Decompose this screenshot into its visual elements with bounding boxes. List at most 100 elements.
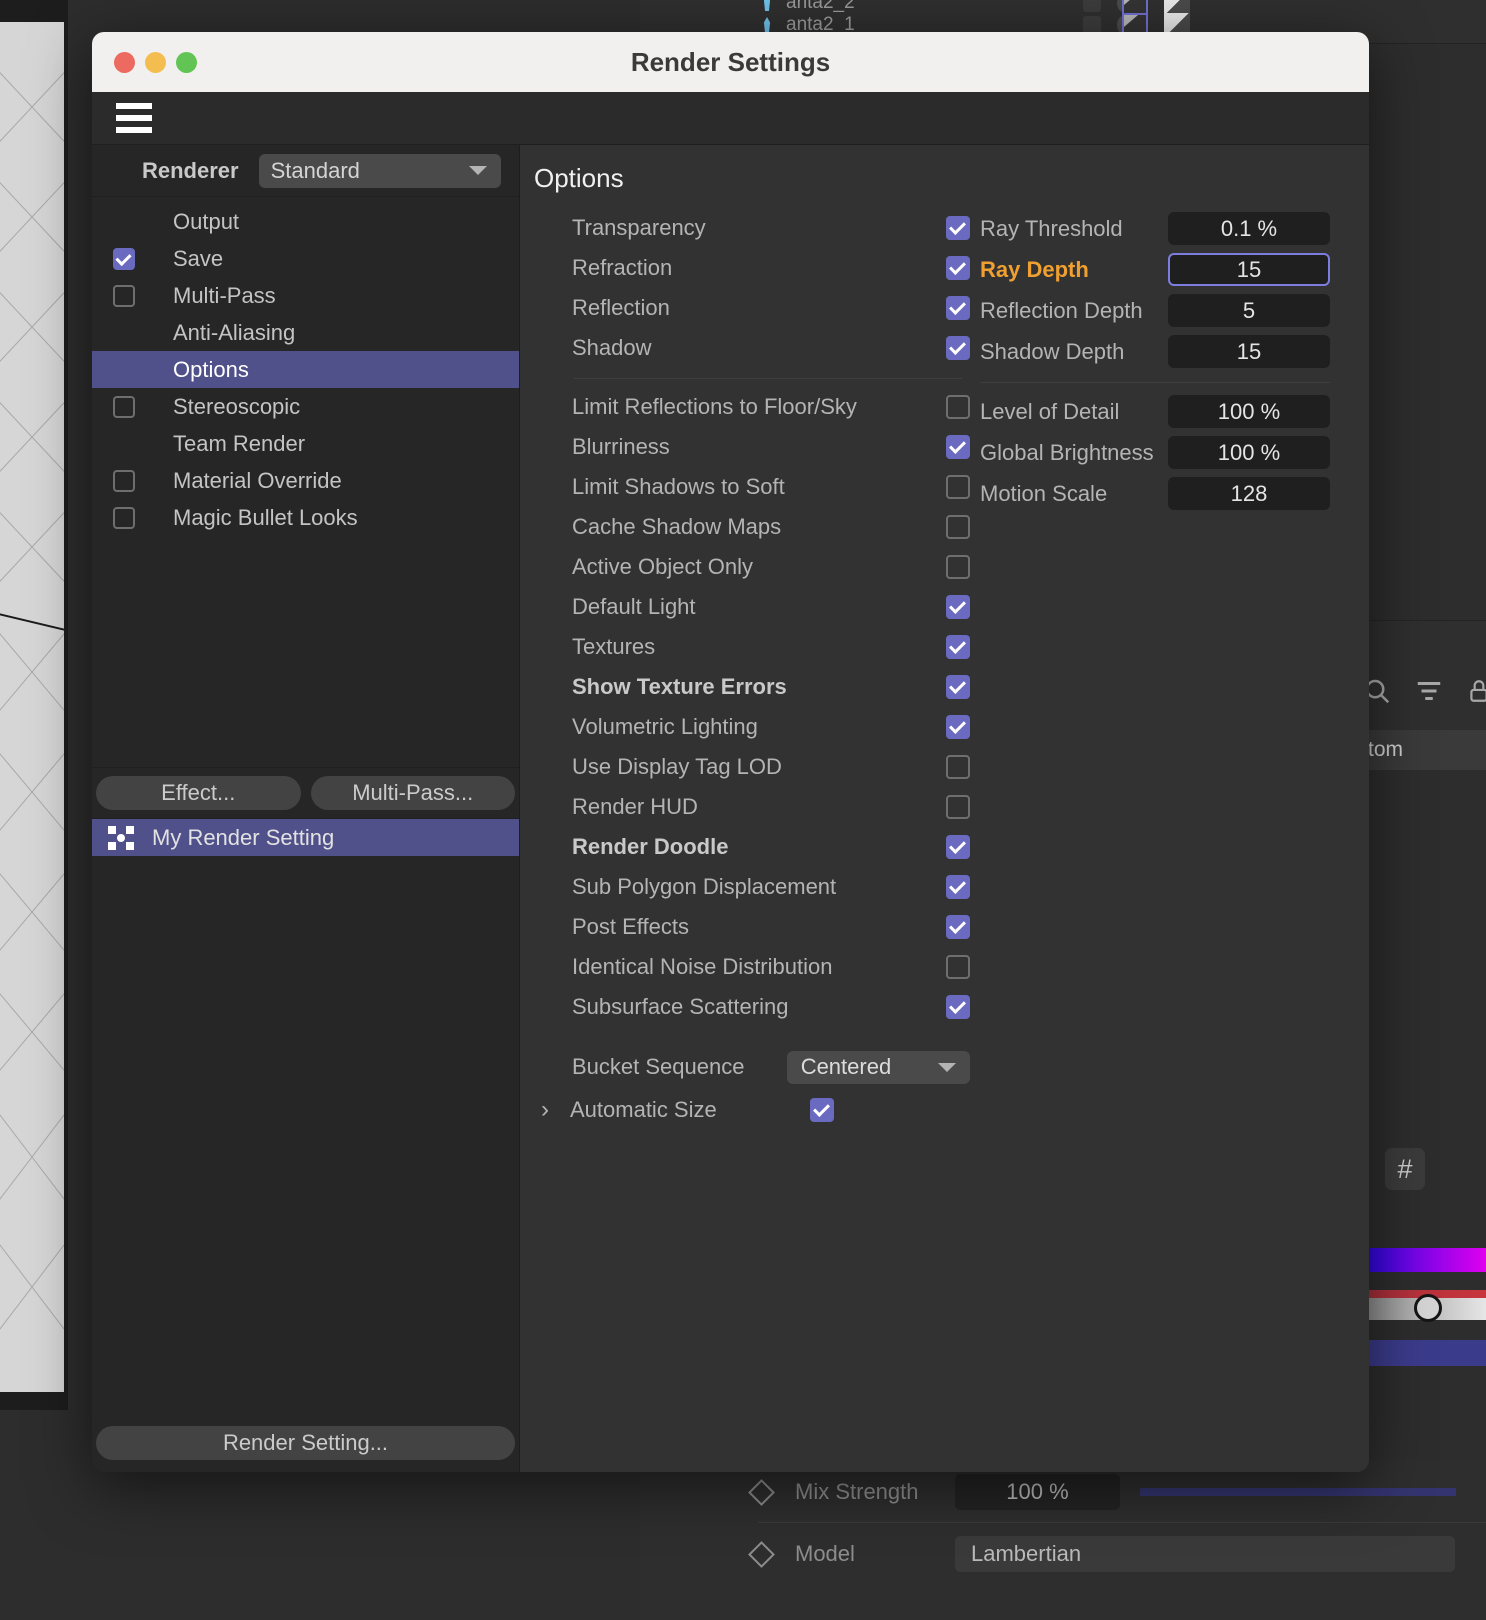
- option-checkbox-textures[interactable]: [946, 635, 970, 659]
- color-strip[interactable]: [1366, 1340, 1486, 1366]
- option-row-transparency[interactable]: Transparency: [572, 208, 970, 248]
- sidebar-item-options[interactable]: Options: [92, 351, 519, 388]
- option-checkbox-show-texture-errors[interactable]: [946, 675, 970, 699]
- automatic-size-checkbox[interactable]: [810, 1098, 834, 1122]
- option-checkbox-active-object-only[interactable]: [946, 555, 970, 579]
- sidebar-checkbox-stereoscopic[interactable]: [113, 395, 135, 418]
- option-row-use-display-tag-lod[interactable]: Use Display Tag LOD: [572, 747, 970, 787]
- option-row-volumetric-lighting[interactable]: Volumetric Lighting: [572, 707, 970, 747]
- option-checkbox-cache-shadow-maps[interactable]: [946, 515, 970, 539]
- option-row-identical-noise-distribution[interactable]: Identical Noise Distribution: [572, 947, 970, 987]
- breadcrumb-label: tom: [1368, 738, 1404, 761]
- option-checkbox-shadow[interactable]: [946, 336, 970, 360]
- option-checkbox-post-effects[interactable]: [946, 915, 970, 939]
- option-row-render-hud[interactable]: Render HUD: [572, 787, 970, 827]
- lock-icon[interactable]: [1466, 676, 1486, 706]
- filter-icon[interactable]: [1414, 676, 1444, 706]
- option-checkbox-volumetric-lighting[interactable]: [946, 715, 970, 739]
- option-checkbox-use-display-tag-lod[interactable]: [946, 755, 970, 779]
- renderer-dropdown[interactable]: Standard: [258, 153, 501, 188]
- option-row-post-effects[interactable]: Post Effects: [572, 907, 970, 947]
- option-row-cache-shadow-maps[interactable]: Cache Shadow Maps: [572, 507, 970, 547]
- renderer-dropdown-value: Standard: [270, 157, 360, 183]
- option-label: Identical Noise Distribution: [572, 954, 833, 979]
- option-row-render-doodle[interactable]: Render Doodle: [572, 827, 970, 867]
- option-row-shadow[interactable]: Shadow: [572, 328, 970, 368]
- numeric-row-ray-threshold[interactable]: Ray Threshold 0.1 %: [980, 208, 1330, 249]
- option-checkbox-blurriness[interactable]: [946, 435, 970, 459]
- numeric-row-global-brightness[interactable]: Global Brightness 100 %: [980, 432, 1330, 473]
- keyframe-diamond-icon[interactable]: [748, 1478, 775, 1506]
- viewport-panel[interactable]: [0, 0, 68, 1410]
- numeric-row-motion-scale[interactable]: Motion Scale 128: [980, 473, 1330, 514]
- hamburger-menu-icon[interactable]: [116, 103, 152, 133]
- numeric-row-ray-depth[interactable]: Ray Depth 15: [980, 249, 1330, 290]
- option-checkbox-reflection[interactable]: [946, 296, 970, 320]
- option-row-limit-shadows-to-soft[interactable]: Limit Shadows to Soft: [572, 467, 970, 507]
- preset-row-my-render-setting[interactable]: My Render Setting: [92, 819, 519, 856]
- attribute-value-dropdown[interactable]: Lambertian: [955, 1536, 1455, 1572]
- render-setting-button[interactable]: Render Setting...: [96, 1426, 515, 1460]
- numeric-input-level-of-detail[interactable]: 100 %: [1168, 395, 1330, 428]
- bucket-sequence-dropdown[interactable]: Centered: [786, 1050, 970, 1084]
- attribute-row[interactable]: Mix Strength 100 %: [640, 1466, 1486, 1518]
- attribute-value-field[interactable]: 100 %: [955, 1474, 1120, 1510]
- numeric-input-motion-scale[interactable]: 128: [1168, 477, 1330, 510]
- option-row-reflection[interactable]: Reflection: [572, 288, 970, 328]
- option-row-textures[interactable]: Textures: [572, 627, 970, 667]
- sidebar-item-team-render[interactable]: Team Render: [92, 425, 519, 462]
- option-checkbox-subsurface-scattering[interactable]: [946, 995, 970, 1019]
- numeric-input-shadow-depth[interactable]: 15: [1168, 335, 1330, 368]
- gradient-swatch-purple[interactable]: [1366, 1248, 1486, 1272]
- sidebar-checkbox-multi-pass[interactable]: [113, 284, 135, 307]
- option-checkbox-identical-noise-distribution[interactable]: [946, 955, 970, 979]
- options-columns: Transparency Refraction Reflection Shadow L…: [520, 208, 1369, 1131]
- option-checkbox-render-doodle[interactable]: [946, 835, 970, 859]
- option-row-default-light[interactable]: Default Light: [572, 587, 970, 627]
- attribute-row[interactable]: Model Lambertian: [640, 1528, 1486, 1580]
- chevron-right-icon[interactable]: ›: [534, 1096, 556, 1124]
- option-checkbox-refraction[interactable]: [946, 256, 970, 280]
- sidebar-item-label: Magic Bullet Looks: [173, 504, 358, 530]
- option-checkbox-render-hud[interactable]: [946, 795, 970, 819]
- option-row-limit-reflections-to-floor-sky[interactable]: Limit Reflections to Floor/Sky: [572, 387, 970, 427]
- breadcrumb[interactable]: tom: [1362, 730, 1486, 770]
- sidebar-item-material-override[interactable]: Material Override: [92, 462, 519, 499]
- value-slider-knob[interactable]: [1414, 1294, 1442, 1322]
- option-row-refraction[interactable]: Refraction: [572, 248, 970, 288]
- effect-button[interactable]: Effect...: [96, 776, 301, 810]
- option-checkbox-limit-reflections-to-floor-sky[interactable]: [946, 395, 970, 419]
- multipass-button[interactable]: Multi-Pass...: [310, 776, 515, 810]
- keyframe-diamond-icon[interactable]: [748, 1540, 775, 1568]
- object-tag-icon[interactable]: [1083, 0, 1101, 12]
- option-row-blurriness[interactable]: Blurriness: [572, 427, 970, 467]
- object-row[interactable]: anta2_2: [760, 0, 1380, 15]
- sidebar-checkbox-material-override[interactable]: [113, 469, 135, 492]
- sidebar-item-magic-bullet-looks[interactable]: Magic Bullet Looks: [92, 499, 519, 536]
- option-checkbox-default-light[interactable]: [946, 595, 970, 619]
- numeric-input-ray-depth[interactable]: 15: [1168, 253, 1330, 286]
- sidebar-item-stereoscopic[interactable]: Stereoscopic: [92, 388, 519, 425]
- numeric-row-level-of-detail[interactable]: Level of Detail 100 %: [980, 391, 1330, 432]
- option-checkbox-limit-shadows-to-soft[interactable]: [946, 475, 970, 499]
- attribute-slider[interactable]: [1140, 1488, 1456, 1496]
- sidebar-item-output[interactable]: Output: [92, 203, 519, 240]
- sidebar-checkbox-save[interactable]: [113, 247, 135, 270]
- hash-button[interactable]: #: [1385, 1148, 1425, 1190]
- sidebar-item-save[interactable]: Save: [92, 240, 519, 277]
- numeric-input-global-brightness[interactable]: 100 %: [1168, 436, 1330, 469]
- numeric-row-reflection-depth[interactable]: Reflection Depth 5: [980, 290, 1330, 331]
- sidebar-checkbox-magic-bullet-looks[interactable]: [113, 506, 135, 529]
- numeric-input-reflection-depth[interactable]: 5: [1168, 294, 1330, 327]
- numeric-row-shadow-depth[interactable]: Shadow Depth 15: [980, 331, 1330, 372]
- option-row-subsurface-scattering[interactable]: Subsurface Scattering: [572, 987, 970, 1027]
- numeric-input-ray-threshold[interactable]: 0.1 %: [1168, 212, 1330, 245]
- sidebar-item-multi-pass[interactable]: Multi-Pass: [92, 277, 519, 314]
- option-checkbox-sub-polygon-displacement[interactable]: [946, 875, 970, 899]
- option-row-active-object-only[interactable]: Active Object Only: [572, 547, 970, 587]
- option-checkbox-transparency[interactable]: [946, 216, 970, 240]
- sidebar-item-anti-aliasing[interactable]: Anti-Aliasing: [92, 314, 519, 351]
- sidebar-item-label: Material Override: [173, 467, 342, 493]
- option-row-show-texture-errors[interactable]: Show Texture Errors: [572, 667, 970, 707]
- option-row-sub-polygon-displacement[interactable]: Sub Polygon Displacement: [572, 867, 970, 907]
